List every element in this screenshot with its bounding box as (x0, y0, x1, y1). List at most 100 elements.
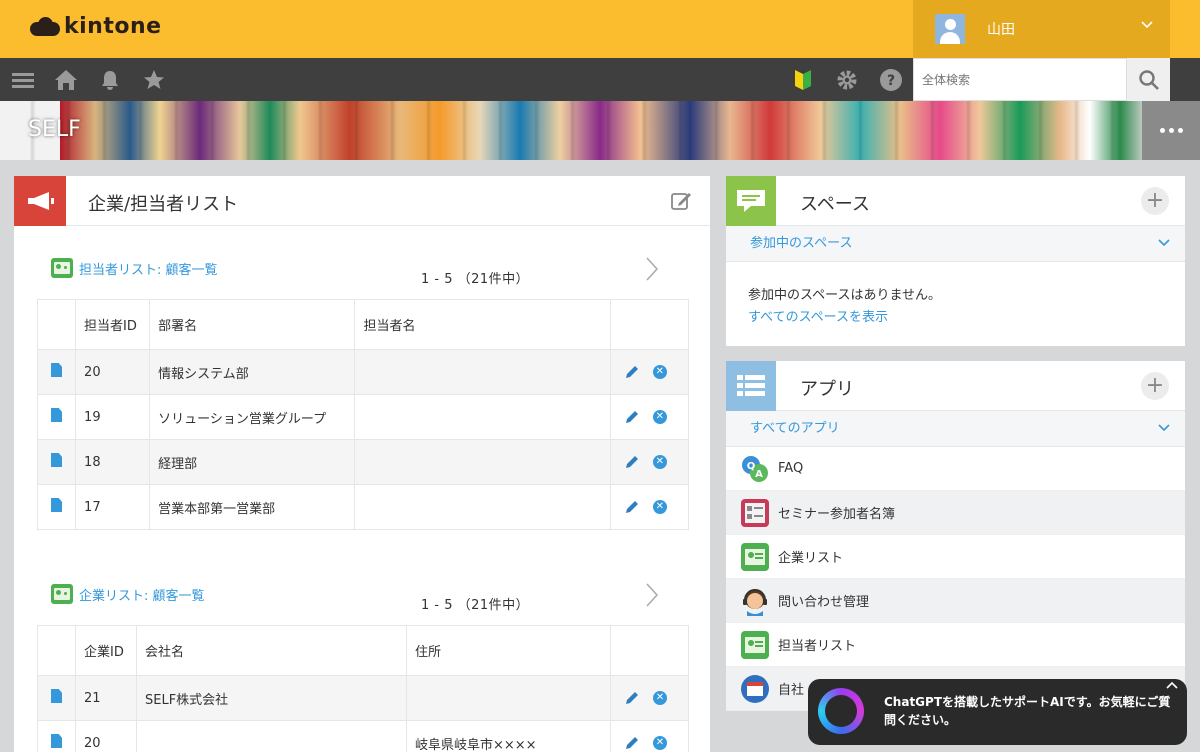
toolbar: ? (0, 58, 1200, 101)
delete-icon[interactable]: ✕ (652, 365, 667, 379)
search-input[interactable] (914, 59, 1126, 100)
delete-icon[interactable]: ✕ (652, 500, 667, 514)
table-cell: 17 (75, 484, 151, 530)
app-label: 担当者リスト (778, 639, 857, 654)
pencil-icon[interactable] (625, 736, 639, 750)
record-detail-icon[interactable] (51, 363, 63, 377)
contact-card-icon (51, 258, 73, 278)
company-list-link[interactable]: 企業リスト: 顧客一覧 (51, 584, 205, 604)
avatar (935, 14, 965, 44)
column-header[interactable]: 部署名 (149, 299, 356, 350)
delete-icon[interactable]: ✕ (653, 691, 667, 705)
dropdown-label: すべてのアプリ (750, 421, 840, 436)
show-all-spaces-link[interactable]: すべてのスペースを表示 (726, 303, 1185, 325)
table-row[interactable]: 21 SELF株式会社 ✕ (37, 675, 689, 721)
space-banner: SELF (0, 101, 1200, 160)
menu-icon[interactable] (10, 67, 36, 93)
record-detail-icon[interactable] (51, 453, 63, 467)
add-space-button[interactable]: + (1141, 187, 1169, 215)
app-item-contact-list[interactable]: 担当者リスト (726, 623, 1185, 667)
app-label: 企業リスト (778, 551, 844, 566)
table-cell: SELF株式会社 (136, 675, 407, 721)
record-detail-icon[interactable] (51, 734, 62, 748)
table-cell (354, 394, 611, 440)
user-name: 山田 (987, 22, 1015, 38)
bell-icon[interactable] (97, 67, 123, 93)
app-label: 問い合わせ管理 (778, 595, 870, 610)
all-apps-dropdown[interactable]: すべてのアプリ (726, 411, 1185, 447)
table-cell: 21 (75, 675, 137, 721)
table-cell: 岐阜県岐阜市×××× (406, 720, 611, 752)
calendar-icon (741, 674, 769, 703)
beginner-mark-icon[interactable] (790, 67, 816, 93)
app-item-faq[interactable]: QA FAQ (726, 447, 1185, 491)
table-row[interactable]: 19 ソリューション営業グループ ✕ (37, 394, 690, 440)
next-page-icon[interactable] (643, 256, 661, 282)
joined-spaces-dropdown[interactable]: 参加中のスペース (726, 226, 1185, 262)
next-page-icon[interactable] (643, 582, 661, 608)
company-table: 企業ID 会社名 住所 21 SELF株式会社 ✕ 20 岐阜県岐阜市×××× (37, 625, 689, 752)
apps-header: アプリ + (726, 361, 1185, 411)
space-title: スペース (800, 194, 870, 215)
list-link-label: 担当者リスト: 顧客一覧 (79, 262, 218, 278)
contact-list-link[interactable]: 担当者リスト: 顧客一覧 (51, 258, 218, 278)
app-item-seminar-roster[interactable]: セミナー参加者名簿 (726, 491, 1185, 535)
delete-icon[interactable]: ✕ (652, 410, 667, 424)
record-detail-icon[interactable] (51, 408, 63, 422)
search-button[interactable] (1127, 58, 1170, 101)
table-cell: 情報システム部 (149, 349, 356, 395)
pencil-icon[interactable] (625, 365, 639, 379)
faq-icon: QA (742, 455, 768, 482)
search-icon (1138, 69, 1159, 90)
support-ai-chat-widget[interactable]: ChatGPTを搭載したサポートAIです。お気軽にご質問ください。 (808, 679, 1187, 745)
support-icon (743, 588, 767, 616)
column-header[interactable]: 会社名 (136, 625, 407, 676)
add-app-button[interactable]: + (1141, 372, 1169, 400)
app-item-company-list[interactable]: 企業リスト (726, 535, 1185, 579)
delete-icon[interactable]: ✕ (652, 455, 667, 469)
kintone-logo[interactable]: kintone (30, 14, 162, 39)
table-cell: 経理部 (149, 439, 356, 485)
table-row[interactable]: 17 営業本部第一営業部 ✕ (37, 484, 690, 530)
record-detail-icon[interactable] (51, 689, 62, 703)
column-header[interactable]: 担当者ID (75, 299, 151, 350)
table-row[interactable]: 20 情報システム部 ✕ (37, 349, 690, 395)
table-cell (354, 349, 611, 395)
contact-table: 担当者ID 部署名 担当者名 20 情報システム部 ✕ 19 ソリューション営業… (37, 299, 690, 530)
edit-icon[interactable] (670, 190, 692, 212)
roster-icon (741, 498, 769, 527)
pencil-icon[interactable] (625, 455, 639, 469)
dropdown-label: 参加中のスペース (750, 236, 853, 251)
table-row[interactable]: 18 経理部 ✕ (37, 439, 690, 485)
table-cell: 営業本部第一営業部 (149, 484, 356, 530)
speech-bubble-icon (726, 176, 776, 226)
contact-list-icon (741, 630, 769, 659)
gear-icon[interactable] (834, 67, 860, 93)
pencil-icon[interactable] (625, 410, 639, 424)
help-icon[interactable]: ? (878, 67, 904, 93)
chat-message: ChatGPTを搭載したサポートAIです。お気軽にご質問ください。 (884, 695, 1171, 727)
table-cell (406, 675, 611, 721)
delete-icon[interactable]: ✕ (653, 736, 667, 750)
table-cell (136, 720, 407, 752)
column-header[interactable]: 住所 (406, 625, 611, 676)
pencil-icon[interactable] (625, 691, 639, 705)
column-header[interactable]: 担当者名 (354, 299, 611, 350)
svg-text:A: A (755, 469, 763, 480)
more-options-button[interactable] (1142, 101, 1200, 160)
record-detail-icon[interactable] (51, 498, 63, 512)
column-header[interactable]: 企業ID (75, 625, 137, 676)
table-row[interactable]: 20 岐阜県岐阜市×××× ✕ (37, 720, 689, 752)
pencil-icon[interactable] (625, 500, 639, 514)
favorites-star-icon[interactable] (141, 67, 167, 93)
banner-image (0, 101, 1200, 160)
app-item-inquiry-management[interactable]: 問い合わせ管理 (726, 579, 1185, 623)
portal-title: SELF (28, 117, 81, 142)
cloud-logo-icon (30, 16, 62, 37)
panel-title: 企業/担当者リスト (88, 194, 239, 215)
empty-spaces-text: 参加中のスペースはありません。 (748, 288, 942, 303)
home-icon[interactable] (53, 67, 79, 93)
collapse-chevron-icon[interactable] (1165, 679, 1179, 693)
user-menu[interactable]: 山田 (913, 0, 1170, 58)
app-label: 自社 (778, 683, 805, 698)
